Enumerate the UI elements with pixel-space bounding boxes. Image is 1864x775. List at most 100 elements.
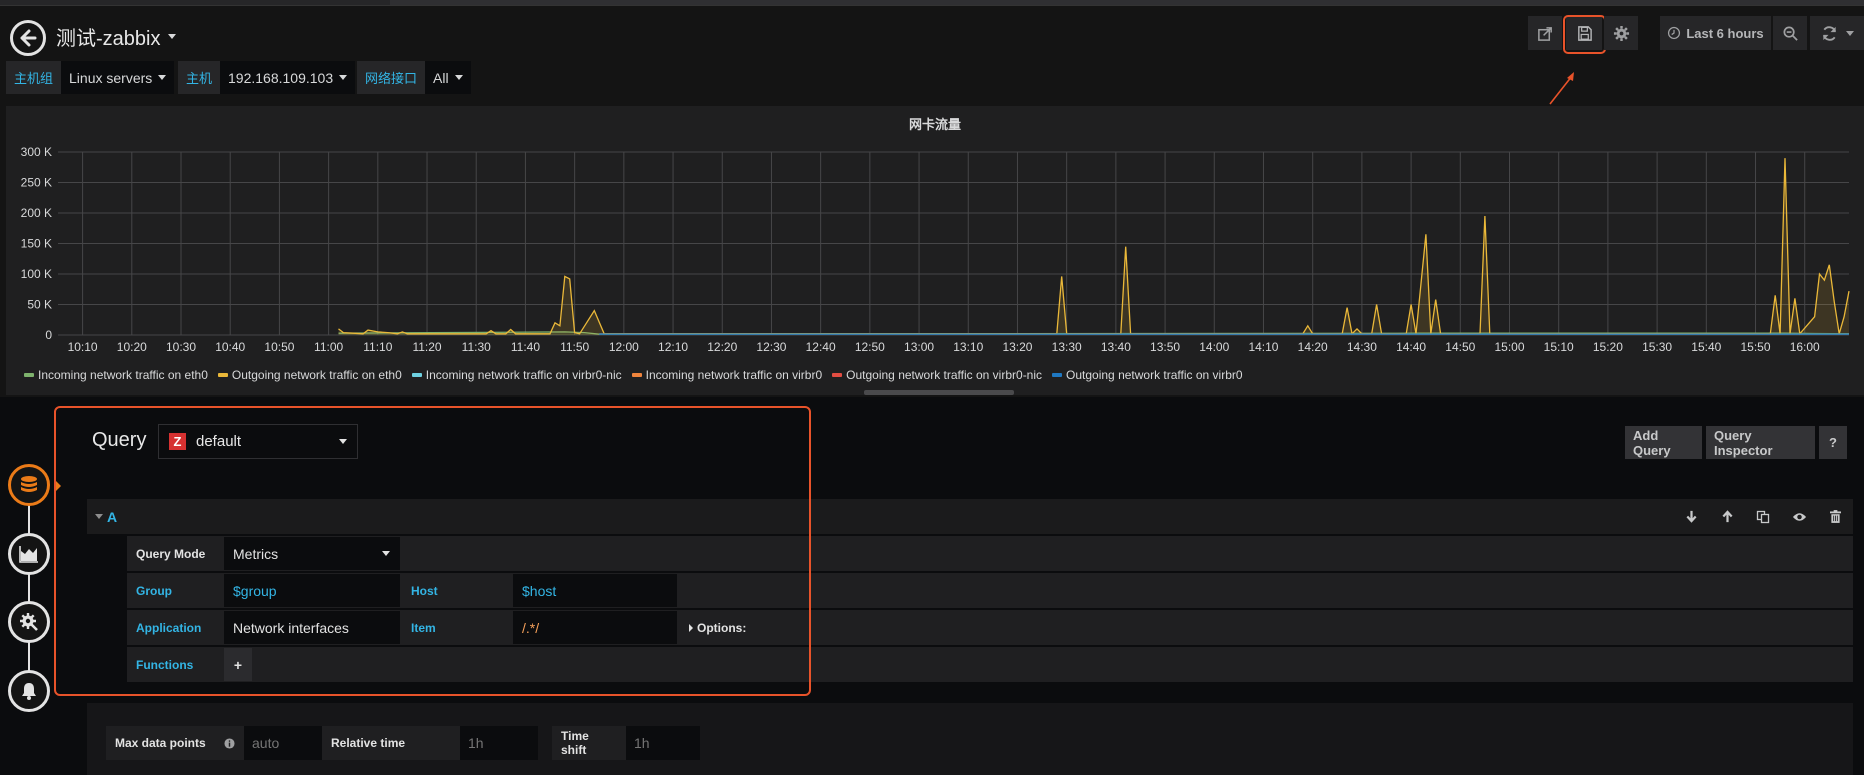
x-tick-label: 12:50 <box>855 340 885 354</box>
x-tick-label: 13:40 <box>1101 340 1131 354</box>
share-icon <box>1537 26 1552 41</box>
database-icon <box>21 476 37 492</box>
move-up-button[interactable] <box>1719 509 1735 525</box>
arrow-down-icon <box>1685 510 1697 523</box>
legend-item[interactable]: Outgoing network traffic on eth0 <box>217 368 402 382</box>
info-icon[interactable] <box>224 737 235 749</box>
legend-label: Outgoing network traffic on virbr0-nic <box>846 368 1043 382</box>
x-tick-label: 11:10 <box>363 340 392 354</box>
query-inspector-button[interactable]: Query Inspector <box>1706 426 1815 459</box>
group-input[interactable]: $group <box>224 574 400 607</box>
toggle-visibility-button[interactable] <box>1791 509 1807 525</box>
y-tick-label: 50 K <box>27 298 52 312</box>
query-row-header: A <box>87 499 1853 534</box>
y-tick-label: 100 K <box>21 267 52 281</box>
back-arrow-icon <box>20 29 37 47</box>
query-mode-select[interactable]: Metrics <box>224 537 400 570</box>
functions-row: Functions + <box>127 647 1853 682</box>
x-tick-label: 10:20 <box>117 340 147 354</box>
x-tick-label: 12:30 <box>756 340 786 354</box>
duplicate-button[interactable] <box>1755 509 1771 525</box>
chevron-down-icon <box>95 514 103 519</box>
legend-label: Outgoing network traffic on eth0 <box>231 368 402 382</box>
x-tick-label: 12:00 <box>609 340 639 354</box>
remove-query-button[interactable] <box>1827 509 1843 525</box>
variable-label: 主机组 <box>6 61 62 94</box>
chevron-down-icon[interactable] <box>1845 30 1854 36</box>
y-tick-label: 150 K <box>21 237 52 251</box>
application-label: Application <box>136 620 202 635</box>
bell-icon <box>22 683 36 700</box>
time-range-picker[interactable]: Last 6 hours <box>1660 16 1771 50</box>
side-nav-queries[interactable] <box>8 464 50 506</box>
top-strip-segment <box>390 0 1864 5</box>
settings-wrench-icon <box>20 613 38 631</box>
host-label: Host <box>411 583 438 598</box>
share-button[interactable] <box>1528 16 1562 50</box>
side-nav-general[interactable] <box>8 601 50 643</box>
graph-panel: 网卡流量 0 50 K 100 K 150 K 200 K 250 K 300 K 10:10… <box>6 106 1864 395</box>
help-button[interactable]: ? <box>1819 426 1847 459</box>
relative-time-input[interactable] <box>460 726 538 760</box>
eye-icon <box>1792 512 1806 521</box>
time-range-label: Last 6 hours <box>1686 25 1764 41</box>
chevron-down-icon <box>158 75 167 80</box>
legend-item[interactable]: Outgoing network traffic on virbr0 <box>1052 368 1243 382</box>
side-nav-visualization[interactable] <box>8 533 50 575</box>
host-input[interactable]: $host <box>513 574 677 607</box>
query-ref-toggle[interactable]: A <box>95 509 117 525</box>
x-tick-label: 15:50 <box>1740 340 1770 354</box>
zoom-out-button[interactable] <box>1773 16 1807 50</box>
variable-label: 主机 <box>178 61 221 94</box>
panel-resize-handle[interactable] <box>864 390 1014 395</box>
legend-item[interactable]: Incoming network traffic on virbr0 <box>631 368 822 382</box>
query-mode-row: Query Mode Metrics <box>127 536 1853 571</box>
x-tick-label: 13:50 <box>1150 340 1180 354</box>
legend-item[interactable]: Incoming network traffic on virbr0-nic <box>411 368 622 382</box>
dashboard-title: 测试-zabbix <box>56 28 161 50</box>
legend-swatch <box>631 373 642 377</box>
side-nav-alert[interactable] <box>8 670 50 712</box>
variable-host-group-select[interactable]: Linux servers <box>61 61 175 94</box>
time-shift-input[interactable] <box>626 726 700 760</box>
x-tick-label: 15:30 <box>1642 340 1672 354</box>
legend-item[interactable]: Outgoing network traffic on virbr0-nic <box>832 368 1042 382</box>
x-tick-label: 12:10 <box>658 340 688 354</box>
refresh-button[interactable] <box>1810 16 1864 50</box>
add-function-button[interactable]: + <box>224 648 252 681</box>
datasource-picker[interactable]: Z default <box>158 424 358 459</box>
move-down-button[interactable] <box>1683 509 1699 525</box>
y-tick-label: 300 K <box>21 145 52 159</box>
relative-time-label: Relative time <box>322 726 460 760</box>
back-button[interactable] <box>10 20 46 56</box>
variable-host-select[interactable]: 192.168.109.103 <box>220 61 356 94</box>
variable-interface-select[interactable]: All <box>425 61 471 94</box>
legend-label: Outgoing network traffic on virbr0 <box>1066 368 1243 382</box>
legend-item[interactable]: Incoming network traffic on eth0 <box>24 368 208 382</box>
refresh-icon <box>1822 25 1836 41</box>
save-dashboard-button[interactable] <box>1566 16 1602 50</box>
traffic-chart: 0 50 K 100 K 150 K 200 K 250 K 300 K 10:10 10:20… <box>21 145 1850 354</box>
max-data-points-label: Max data points <box>106 726 244 760</box>
item-input[interactable]: /.*/ <box>513 611 677 644</box>
dashboard-settings-button[interactable] <box>1604 16 1638 50</box>
legend-swatch <box>832 373 843 377</box>
variable-host-group: 主机组 Linux servers <box>6 61 175 94</box>
copy-icon <box>1756 510 1770 523</box>
options-toggle[interactable]: Options: <box>680 610 800 645</box>
max-data-points-input[interactable] <box>244 726 322 760</box>
x-tick-label: 14:40 <box>1396 340 1426 354</box>
y-tick-label: 250 K <box>21 176 52 190</box>
max-data-points-group: Max data points <box>106 726 322 760</box>
x-tick-label: 11:30 <box>462 340 491 354</box>
chevron-down-icon <box>382 551 390 556</box>
relative-time-group: Relative time <box>322 726 538 760</box>
dashboard-title-picker[interactable]: 测试-zabbix <box>56 22 177 51</box>
legend-swatch <box>411 373 422 377</box>
datasource-name: default <box>196 433 242 450</box>
window-top-strip <box>0 0 1864 6</box>
application-input[interactable]: Network interfaces <box>224 611 400 644</box>
query-header-label: Query <box>92 429 147 451</box>
x-tick-label: 12:40 <box>806 340 836 354</box>
add-query-button[interactable]: Add Query <box>1625 426 1702 459</box>
